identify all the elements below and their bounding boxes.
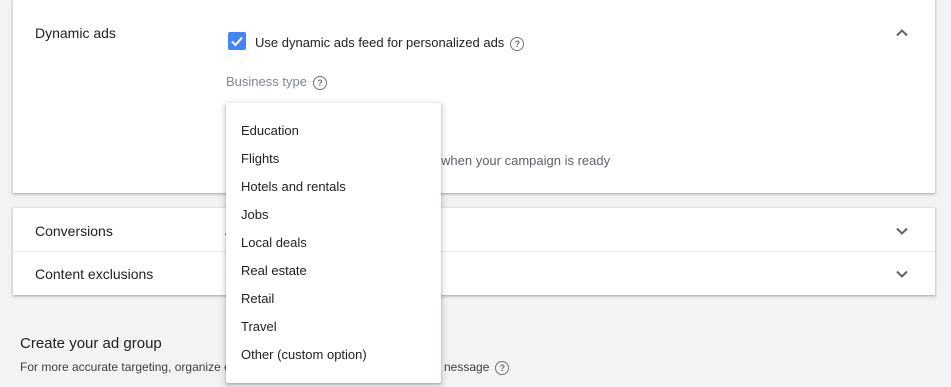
content-exclusions-label: Content exclusions	[35, 266, 154, 282]
dynamic-ads-checkbox-label[interactable]: Use dynamic ads feed for personalized ad…	[255, 35, 525, 51]
settings-card: Conversions A Content exclusions S	[13, 208, 935, 295]
chevron-down-icon[interactable]	[895, 267, 909, 281]
business-type-option[interactable]: Flights	[226, 145, 441, 173]
business-type-option[interactable]: Other (custom option)	[226, 341, 441, 369]
business-type-options: Education Flights Hotels and rentals Job…	[226, 103, 441, 369]
ad-group-title: Create your ad group	[20, 335, 162, 352]
notify-text: when your campaign is ready	[441, 153, 611, 168]
business-type-dropdown[interactable]: Education Flights Hotels and rentals Job…	[226, 103, 441, 383]
business-type-option[interactable]: Education	[226, 117, 441, 145]
help-circle-icon[interactable]: ?	[510, 36, 525, 51]
business-type-option[interactable]: Local deals	[226, 229, 441, 257]
dynamic-ads-card: Dynamic ads Use dynamic ads feed for per…	[13, 0, 935, 193]
business-type-option[interactable]: Retail	[226, 285, 441, 313]
chevron-down-icon[interactable]	[895, 224, 909, 238]
conversions-label: Conversions	[35, 223, 113, 239]
ad-group-description-end: nessage?	[444, 360, 510, 375]
dynamic-ads-section-title: Dynamic ads	[35, 25, 116, 41]
ad-group-description-end-text: nessage	[444, 360, 490, 374]
business-type-option[interactable]: Travel	[226, 313, 441, 341]
business-type-option[interactable]: Real estate	[226, 257, 441, 285]
check-icon	[231, 36, 243, 47]
business-type-option[interactable]: Jobs	[226, 201, 441, 229]
chevron-up-icon[interactable]	[895, 26, 909, 40]
ad-group-description: For more accurate targeting, organize ea	[20, 360, 238, 374]
business-type-label-text: Business type	[226, 74, 307, 89]
business-type-option[interactable]: Hotels and rentals	[226, 173, 441, 201]
dynamic-ads-checkbox[interactable]	[228, 32, 246, 50]
row-divider	[13, 251, 935, 252]
help-circle-icon[interactable]: ?	[495, 360, 510, 375]
checkbox-label-text: Use dynamic ads feed for personalized ad…	[255, 35, 505, 50]
help-circle-icon[interactable]: ?	[312, 75, 327, 90]
business-type-label: Business type?	[226, 74, 327, 90]
